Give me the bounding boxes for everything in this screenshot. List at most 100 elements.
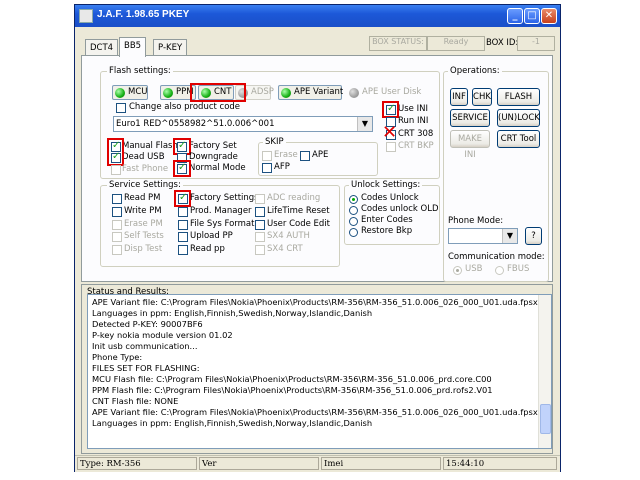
service-button[interactable]: SERVICE [450,109,490,127]
highlight-factory-settings [174,190,191,207]
unlock-option-label: Codes unlock OLD [361,204,439,214]
upload-pp-checkbox[interactable] [178,232,188,242]
product-code-select[interactable]: Euro1 RED^0558982^51.0.006^001 ▼ [113,116,373,132]
status-bar: Type: RM-356 Ver Imei 15:44:10 [75,455,560,472]
status-type: Type: RM-356 [77,457,197,470]
crt-tool-button[interactable]: CRT Tool [497,130,540,148]
file-sys-format-label: File Sys Format [190,219,255,229]
fast-phone-checkbox[interactable] [111,165,121,175]
read-pp-checkbox[interactable] [178,245,188,255]
log-line: APE Variant file: C:\Program Files\Nokia… [92,297,538,307]
ape-variant-toggle[interactable]: APE Variant [278,85,344,100]
erase-pm-checkbox[interactable] [112,220,122,230]
self-tests-checkbox[interactable] [112,232,122,242]
disp-test-checkbox[interactable] [112,245,122,255]
unlock-option-label: Enter Codes [361,215,413,225]
skip-erase-label: Erase [274,150,298,160]
unlock-option-codes-unlock-old[interactable] [349,206,358,215]
prod-manager-label: Prod. Manager [190,206,252,216]
user-code-edit-label: User Code Edit [267,219,330,229]
maximize-button[interactable]: □ [524,8,540,24]
highlight-normal-mode [173,160,191,177]
factory-set-label: Factory Set [189,141,237,151]
skip-afp-label: AFP [274,162,290,172]
status-log[interactable]: APE Variant file: C:\Program Files\Nokia… [87,294,552,449]
box-status-value: Ready [427,36,485,51]
log-line: APE Variant file: C:\Program Files\Nokia… [92,407,538,417]
highlight-cnt [190,83,246,102]
write-pm-checkbox[interactable] [112,207,122,217]
product-code-value: Euro1 RED^0558982^51.0.006^001 [116,119,275,129]
user-code-edit-checkbox[interactable] [255,220,265,230]
prod-manager-checkbox[interactable] [178,207,188,217]
fast-phone-label: Fast Phone [122,164,169,174]
skip-title: SKIP [263,137,286,147]
mcu-label: MCU [128,87,148,97]
crt-bkp-label: CRT BKP [398,141,434,151]
flash-settings-title: Flash settings: [107,66,173,76]
box-id-label: BOX ID: [486,38,519,48]
adsp-label: ADSP [251,87,274,97]
chevron-down-icon[interactable]: ▼ [502,229,517,243]
flash-button[interactable]: FLASH [497,88,540,106]
log-line: Languages in ppm: English,Finnish,Swedis… [92,418,373,428]
log-scrollbar[interactable] [538,295,551,448]
unlock-settings-title: Unlock Settings: [349,180,423,190]
close-button[interactable]: ✕ [541,8,557,24]
skip-erase-checkbox[interactable] [262,151,272,161]
read-pp-label: Read pp [190,244,225,254]
sx4-auth-checkbox[interactable] [255,232,265,242]
sx4-auth-label: SX4 AUTH [267,231,310,241]
dead-usb-label: Dead USB [122,152,165,162]
unlock-button[interactable]: (UN)LOCK [497,109,540,127]
inf-button[interactable]: INF [450,88,468,106]
app-icon [79,9,93,23]
tab-dct4[interactable]: DCT4 [85,39,119,56]
mcu-toggle[interactable]: MCU [112,85,148,100]
chevron-down-icon[interactable]: ▼ [357,117,372,131]
file-sys-format-checkbox[interactable] [178,220,188,230]
ape-variant-label: APE Variant [294,87,344,97]
crt-bkp-checkbox[interactable] [386,142,396,152]
adc-reading-checkbox[interactable] [255,194,265,204]
factory-settings-label: Factory Settings [190,193,259,203]
sx4-crt-checkbox[interactable] [255,245,265,255]
help-button[interactable]: ? [525,227,542,245]
usb-radio[interactable] [453,266,462,275]
minimize-button[interactable]: _ [507,8,523,24]
fbus-radio[interactable] [495,266,504,275]
skip-ape-checkbox[interactable] [300,151,310,161]
normal-mode-label: Normal Mode [189,163,246,173]
lifetime-reset-checkbox[interactable] [255,207,265,217]
tab-bb5[interactable]: BB5 [119,37,147,57]
box-status-button[interactable]: BOX STATUS: [369,36,427,51]
phone-mode-title: Phone Mode: [448,216,504,226]
comm-mode-title: Communication mode: [448,252,545,262]
unlock-option-enter-codes[interactable] [349,217,358,226]
self-tests-label: Self Tests [124,231,164,241]
title-bar[interactable]: J.A.F. 1.98.65 PKEY _ □ ✕ [75,5,560,27]
phone-mode-select[interactable]: ▼ [448,228,518,244]
erase-pm-label: Erase PM [124,219,163,229]
log-line: Init usb communication... [92,341,198,351]
make-ini-button[interactable]: MAKE INI [450,130,490,160]
window-title: J.A.F. 1.98.65 PKEY [97,9,190,20]
read-pm-label: Read PM [124,193,161,203]
bb5-panel: Flash settings: MCU PPM CNT ADSP APE Var… [81,55,553,282]
highlight-use-ini [382,101,399,118]
skip-afp-checkbox[interactable] [262,163,272,173]
change-product-code-checkbox[interactable] [116,103,126,113]
ape-user-disk-toggle[interactable]: APE User Disk [346,85,421,100]
operations-title: Operations: [448,66,502,76]
read-pm-checkbox[interactable] [112,194,122,204]
jaf-window: J.A.F. 1.98.65 PKEY _ □ ✕ DCT4 BB5 P-KEY… [74,4,561,472]
tab-p-key[interactable]: P-KEY [153,39,188,56]
run-ini-label: Run INI [398,116,429,126]
unlock-option-label: Restore Bkp [361,226,413,236]
lifetime-reset-label: LifeTime Reset [267,206,330,216]
unlock-option-restore-bkp[interactable] [349,228,358,237]
unlock-option-codes-unlock[interactable] [349,195,358,204]
chk-button[interactable]: CHK [472,88,492,106]
log-line: CNT Flash file: NONE [92,396,179,406]
scrollbar-thumb[interactable] [540,404,551,434]
